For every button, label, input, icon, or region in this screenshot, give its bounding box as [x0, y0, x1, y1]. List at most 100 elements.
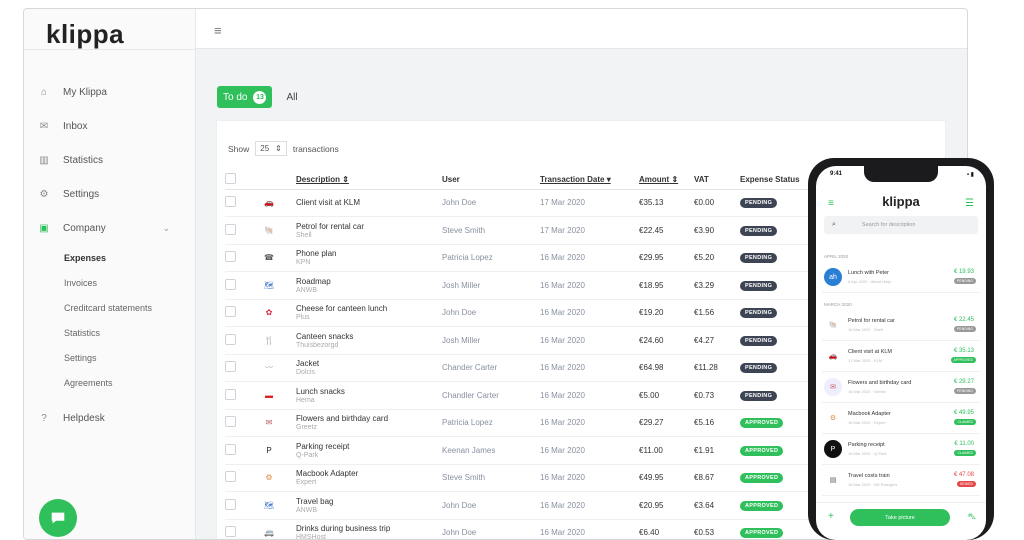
description-title: Lunch snacks	[296, 386, 345, 396]
sidebar-item-label: Inbox	[63, 120, 88, 132]
merchant-logo-icon: 🗺	[263, 280, 275, 290]
table-row[interactable]: 🗺 Travel bag ANWB John Doe 16 Mar 2020 €20.95…	[225, 491, 830, 520]
phone-item-amount: € 29.27	[953, 379, 974, 385]
sidebar-item-helpdesk[interactable]: ? Helpdesk	[24, 401, 196, 435]
table-row[interactable]: ✉ Flowers and birthday card Greetz Patricia…	[225, 409, 830, 437]
tab-todo[interactable]: To do 13	[217, 86, 273, 108]
row-checkbox[interactable]	[225, 498, 236, 510]
table-row[interactable]: ⚙ Macbook Adapter Expert Steve Smith 16 Mar …	[225, 464, 830, 492]
sidebar-nav: ⌂ My Klippa ✉ Inbox ▥ Statistics ⚙ Settings …	[24, 75, 196, 435]
chat-button[interactable]	[39, 499, 77, 537]
phone-list-item[interactable]: ✉ Flowers and birthday card 16 Mar 2020 · …	[822, 373, 980, 403]
phone-item-amount: € 49.95	[953, 410, 974, 416]
date-cell: 16 Mar 2020	[540, 409, 639, 437]
subnav-item-settings[interactable]: Settings	[64, 345, 196, 370]
table-row[interactable]: ☎ Phone plan KPN Patricia Lopez 16 Mar 2020 €…	[225, 244, 830, 272]
subnav-item-agreements[interactable]: Agreements	[64, 370, 196, 395]
table-row[interactable]: 🚗 Client visit at KLM John Doe 17 Mar 2020 €…	[225, 189, 830, 217]
phone-search-input[interactable]: ⌕ Search for description	[824, 216, 978, 234]
merchant-logo-icon: 〰	[265, 363, 273, 373]
row-checkbox[interactable]	[225, 223, 236, 235]
amount-cell: €24.60	[639, 326, 694, 355]
row-select-cell	[225, 244, 262, 272]
row-checkbox[interactable]	[225, 196, 236, 208]
phone-list-item[interactable]: 🐚 Petrol for rental car 18 Mar 2020 · Shel…	[822, 311, 980, 341]
select-all-checkbox[interactable]	[225, 173, 236, 185]
merchant-icon-cell: 🚗	[262, 189, 296, 217]
table-row[interactable]: 🐚 Petrol for rental car Shell Steve Smith 17…	[225, 216, 830, 245]
hamburger-icon[interactable]: ≡	[214, 23, 222, 38]
description-title: Client visit at KLM	[296, 197, 361, 207]
bar-chart-icon: ▥	[39, 154, 49, 166]
table-row[interactable]: 🗺 Roadmap ANWB Josh Miller 16 Mar 2020 €18.95…	[225, 271, 830, 300]
merchant-icon-cell: ▬	[262, 381, 296, 410]
table-row[interactable]: 🚐 Drinks during business trip HMSHost John …	[225, 519, 830, 539]
app-logo[interactable]: klippa	[46, 19, 124, 50]
table-row[interactable]: 〰 Jacket Dolcis Chander Carter 16 Mar 2020 €6…	[225, 354, 830, 382]
phone-list-item[interactable]: ▤ Travel costs train 16 Mar 2020 · NS Reiz…	[822, 466, 980, 496]
row-checkbox[interactable]	[225, 361, 236, 373]
col-amount[interactable]: Amount ⇕	[639, 171, 694, 190]
sidebar-item-inbox[interactable]: ✉ Inbox	[24, 109, 196, 143]
description-merchant: ANWB	[296, 506, 317, 514]
merchant-logo-icon: ▬	[265, 390, 273, 400]
phone-list-item[interactable]: ⚙ Macbook Adapter 16 Mar 2020 · Expert € 49…	[822, 404, 980, 434]
subnav-item-invoices[interactable]: Invoices	[64, 270, 196, 295]
subnav-item-statistics[interactable]: Statistics	[64, 320, 196, 345]
date-cell: 16 Mar 2020	[540, 244, 639, 272]
sort-updown-icon: ⇕	[275, 144, 282, 153]
row-select-cell	[225, 189, 262, 217]
user-cell: John Doe	[442, 519, 540, 539]
vat-cell: €3.64	[694, 491, 740, 520]
row-checkbox[interactable]	[225, 471, 236, 483]
status-badge: APPROVED	[740, 500, 784, 511]
amount-cell: €18.95	[639, 271, 694, 300]
row-checkbox[interactable]	[225, 388, 236, 400]
row-checkbox[interactable]	[225, 333, 236, 345]
row-checkbox[interactable]	[225, 251, 236, 263]
row-checkbox[interactable]	[225, 526, 236, 538]
row-checkbox[interactable]	[225, 278, 236, 290]
amount-cell: €29.27	[639, 409, 694, 437]
sidebar-item-statistics[interactable]: ▥ Statistics	[24, 143, 196, 177]
merchant-logo-icon: ah	[824, 268, 842, 286]
show-suffix: transactions	[292, 143, 339, 154]
page-size-select[interactable]: 25 ⇕	[255, 141, 287, 156]
merchant-logo-icon: 🚐	[264, 528, 274, 538]
chevron-down-icon: ⌄	[162, 222, 170, 233]
merchant-logo-icon: ⚙	[824, 409, 842, 427]
sidebar-item-settings[interactable]: ⚙ Settings	[24, 177, 196, 211]
subnav-item-creditcard-statements[interactable]: Creditcard statements	[64, 295, 196, 320]
row-checkbox[interactable]	[225, 443, 236, 455]
phone-list-item[interactable]: 🚗 Client visit at KLM 17 Mar 2020 · KLM € 3…	[822, 342, 980, 372]
car-icon[interactable]: ⛍	[968, 512, 976, 522]
row-checkbox[interactable]	[225, 416, 236, 428]
take-picture-button[interactable]: Take picture	[850, 509, 950, 526]
merchant-logo-icon: ✿	[265, 308, 273, 318]
merchant-icon-cell: P	[262, 436, 296, 465]
table-header-row: Description ⇕ User Transaction Date ▾ Am…	[225, 171, 830, 190]
plus-icon[interactable]: +	[828, 511, 834, 522]
sidebar-item-company[interactable]: ▣ Company ⌄	[24, 211, 196, 245]
tab-all[interactable]: All	[286, 92, 297, 103]
menu-icon[interactable]: ☰	[965, 198, 974, 209]
table-row[interactable]: 🍴 Canteen snacks Thuisbezorgd Josh Miller 16…	[225, 326, 830, 355]
phone-status-badge: CLAIMED	[954, 450, 976, 456]
subnav-item-expenses[interactable]: Expenses	[64, 245, 196, 270]
phone-item-amount: € 19.93	[953, 269, 974, 275]
phone-list-item[interactable]: P Parking receipt 16 Mar 2020 · Q-Park € 11…	[822, 435, 980, 465]
status-badge: PENDING	[740, 280, 778, 291]
sidebar-item-my-klippa[interactable]: ⌂ My Klippa	[24, 75, 196, 109]
phone-item-sub: 6 Apr 2020 · Albert Heijn	[848, 279, 892, 284]
col-description[interactable]: Description ⇕	[296, 171, 442, 190]
description-cell: Travel bag ANWB	[296, 491, 442, 520]
phone-list-item[interactable]: ah Lunch with Peter 6 Apr 2020 · Albert He…	[822, 263, 980, 293]
merchant-icon-cell: ⚙	[262, 464, 296, 492]
col-date[interactable]: Transaction Date ▾	[540, 171, 639, 190]
table-row[interactable]: ▬ Lunch snacks Hema Chandler Carter 16 Mar 2…	[225, 381, 830, 410]
phone-status-badge: PENDING	[954, 388, 976, 394]
table-row[interactable]: ✿ Cheese for canteen lunch Plus John Doe 16 …	[225, 299, 830, 327]
row-checkbox[interactable]	[225, 306, 236, 318]
merchant-logo-icon: ▤	[824, 471, 842, 489]
table-row[interactable]: P Parking receipt Q-Park Keenan James 16 Mar…	[225, 436, 830, 465]
